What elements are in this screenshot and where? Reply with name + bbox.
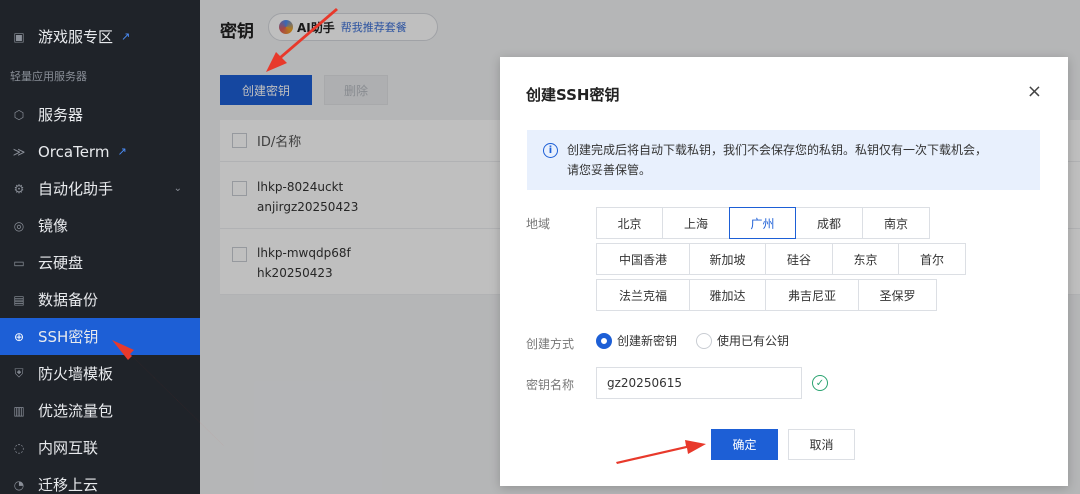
info-icon: i bbox=[543, 143, 558, 158]
sidebar-item-server[interactable]: ⬡ 服务器 bbox=[0, 96, 200, 133]
sidebar-item-label: SSH密钥 bbox=[38, 328, 99, 346]
region-chengdu[interactable]: 成都 bbox=[795, 207, 863, 239]
notice-text: 创建完成后将自动下载私钥，我们不会保存您的私钥。私钥仅有一次下载机会， 请您妥善… bbox=[567, 140, 1027, 180]
image-icon: ◎ bbox=[13, 218, 25, 233]
region-singapore[interactable]: 新加坡 bbox=[689, 243, 766, 275]
disk-icon: ▭ bbox=[13, 255, 25, 270]
confirm-button[interactable]: 确定 bbox=[711, 429, 778, 460]
notice-line-2: 请您妥善保管。 bbox=[567, 163, 652, 177]
network-icon: ◌ bbox=[13, 440, 25, 455]
sidebar-item-game-server[interactable]: ▣ 游戏服专区 ↗ bbox=[0, 18, 200, 55]
cancel-button[interactable]: 取消 bbox=[788, 429, 855, 460]
sidebar-item-traffic[interactable]: ▥ 优选流量包 bbox=[0, 392, 200, 429]
key-name-input[interactable] bbox=[596, 367, 802, 399]
sidebar-item-label: 内网互联 bbox=[38, 439, 99, 457]
sidebar-item-label: 游戏服专区 bbox=[38, 28, 114, 46]
region-silicon-valley[interactable]: 硅谷 bbox=[765, 243, 833, 275]
sidebar-item-automation[interactable]: ⚙ 自动化助手 ⌄ bbox=[0, 170, 200, 207]
region-shanghai[interactable]: 上海 bbox=[662, 207, 730, 239]
external-link-icon: ↗ bbox=[121, 30, 131, 43]
radio-unchecked-icon bbox=[696, 332, 712, 349]
firewall-icon: ⛨ bbox=[14, 366, 24, 380]
traffic-icon: ▥ bbox=[13, 403, 25, 418]
sidebar-item-ssh-key[interactable]: ⊕ SSH密钥 bbox=[0, 318, 200, 355]
radio-checked-icon bbox=[596, 332, 612, 349]
server-icon: ⬡ bbox=[13, 107, 25, 122]
sidebar-item-label: 数据备份 bbox=[38, 291, 99, 309]
migrate-icon: ◔ bbox=[13, 477, 25, 492]
external-link-icon: ↗ bbox=[117, 145, 127, 158]
region-sao-paulo[interactable]: 圣保罗 bbox=[858, 279, 937, 311]
radio-use-existing-key[interactable]: 使用已有公钥 bbox=[696, 332, 789, 349]
sidebar-section-label: 轻量应用服务器 bbox=[10, 70, 87, 83]
sidebar-item-label: 防火墙模板 bbox=[38, 365, 114, 383]
method-label: 创建方式 bbox=[526, 337, 575, 351]
region-seoul[interactable]: 首尔 bbox=[898, 243, 966, 275]
sidebar-item-label: 自动化助手 bbox=[38, 180, 114, 198]
region-label: 地域 bbox=[526, 217, 551, 231]
check-circle-icon: ✓ bbox=[812, 375, 828, 391]
key-name-label: 密钥名称 bbox=[526, 378, 575, 392]
key-icon: ⊕ bbox=[13, 329, 25, 344]
dialog-title: 创建SSH密钥 bbox=[526, 86, 620, 104]
sidebar-item-image[interactable]: ◎ 镜像 bbox=[0, 207, 200, 244]
region-jakarta[interactable]: 雅加达 bbox=[689, 279, 766, 311]
chevron-down-icon: ⌄ bbox=[173, 183, 182, 194]
sidebar: ▣ 游戏服专区 ↗ 轻量应用服务器 ⬡ 服务器 ≫ OrcaTerm ↗ ⚙ 自… bbox=[0, 0, 200, 494]
sidebar-item-label: 迁移上云 bbox=[38, 476, 99, 494]
sidebar-item-firewall[interactable]: ⛨ 防火墙模板 bbox=[0, 355, 200, 392]
sidebar-item-migrate[interactable]: ◔ 迁移上云 bbox=[0, 466, 200, 494]
sidebar-item-backup[interactable]: ▤ 数据备份 bbox=[0, 281, 200, 318]
region-guangzhou[interactable]: 广州 bbox=[729, 207, 796, 239]
close-icon[interactable]: × bbox=[1027, 81, 1042, 102]
sidebar-item-label: 云硬盘 bbox=[38, 254, 84, 272]
sidebar-item-disk[interactable]: ▭ 云硬盘 bbox=[0, 244, 200, 281]
region-frankfurt[interactable]: 法兰克福 bbox=[596, 279, 690, 311]
sidebar-item-orcaterm[interactable]: ≫ OrcaTerm ↗ bbox=[0, 133, 200, 170]
radio-label: 创建新密钥 bbox=[617, 334, 678, 348]
sidebar-item-label: 镜像 bbox=[38, 217, 69, 235]
info-notice: i 创建完成后将自动下载私钥，我们不会保存您的私钥。私钥仅有一次下载机会， 请您… bbox=[527, 130, 1040, 190]
sidebar-item-label: 优选流量包 bbox=[38, 402, 114, 420]
notice-line-1: 创建完成后将自动下载私钥，我们不会保存您的私钥。私钥仅有一次下载机会， bbox=[567, 143, 988, 157]
radio-label: 使用已有公钥 bbox=[717, 334, 790, 348]
radio-create-new-key[interactable]: 创建新密钥 bbox=[596, 332, 677, 349]
sidebar-item-label: OrcaTerm bbox=[38, 142, 110, 161]
create-ssh-key-dialog: 创建SSH密钥 × i 创建完成后将自动下载私钥，我们不会保存您的私钥。私钥仅有… bbox=[500, 57, 1068, 486]
region-nanjing[interactable]: 南京 bbox=[862, 207, 930, 239]
region-virginia[interactable]: 弗吉尼亚 bbox=[765, 279, 859, 311]
backup-icon: ▤ bbox=[13, 292, 25, 307]
sidebar-item-network[interactable]: ◌ 内网互联 bbox=[0, 429, 200, 466]
terminal-icon: ≫ bbox=[12, 144, 26, 159]
sidebar-item-label: 服务器 bbox=[38, 106, 84, 124]
game-server-icon: ▣ bbox=[13, 29, 25, 44]
automation-icon: ⚙ bbox=[13, 181, 25, 196]
region-beijing[interactable]: 北京 bbox=[596, 207, 663, 239]
region-tokyo[interactable]: 东京 bbox=[832, 243, 899, 275]
region-hongkong[interactable]: 中国香港 bbox=[596, 243, 690, 275]
